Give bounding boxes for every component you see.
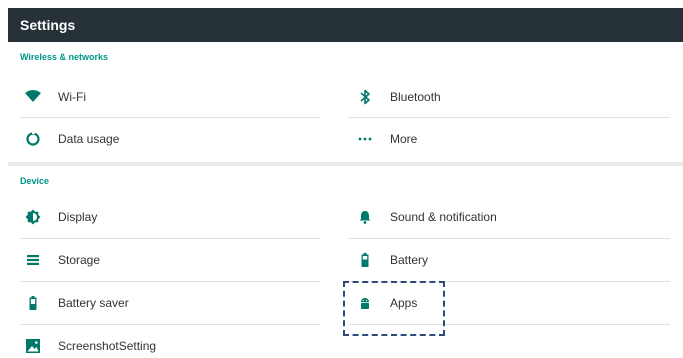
- setting-display-label: Display: [58, 210, 98, 224]
- battery-saver-icon: [29, 296, 37, 310]
- apps-highlight-box: [343, 281, 445, 336]
- brightness-icon: [25, 209, 41, 225]
- more-dots-icon: [358, 137, 372, 141]
- battery-icon: [361, 253, 369, 267]
- setting-screenshot-label: ScreenshotSetting: [58, 339, 157, 353]
- bell-icon: [359, 211, 371, 224]
- wifi-icon: [25, 90, 41, 102]
- setting-battery-label: Battery: [390, 253, 429, 267]
- section-title-wireless: Wireless & networks: [20, 52, 108, 62]
- setting-wifi[interactable]: Wi-Fi: [20, 76, 330, 118]
- page-title: Settings: [20, 17, 76, 33]
- setting-display[interactable]: Display: [20, 196, 330, 238]
- setting-bluetooth-label: Bluetooth: [390, 90, 441, 104]
- setting-more-label: More: [390, 132, 418, 146]
- setting-battery-saver[interactable]: Battery saver: [20, 282, 330, 324]
- setting-bluetooth[interactable]: Bluetooth: [352, 76, 672, 118]
- section-title-device: Device: [20, 176, 50, 186]
- setting-data-usage[interactable]: Data usage: [20, 118, 330, 160]
- setting-storage[interactable]: Storage: [20, 239, 330, 281]
- wireless-networks-card: Wireless & networks Wi-Fi Bluetooth Data…: [8, 42, 683, 162]
- bluetooth-icon: [360, 89, 370, 105]
- setting-storage-label: Storage: [58, 253, 101, 267]
- setting-sound-notification-label: Sound & notification: [390, 210, 497, 224]
- setting-more[interactable]: More: [352, 118, 672, 160]
- setting-sound-notification[interactable]: Sound & notification: [352, 196, 672, 238]
- data-usage-icon: [26, 131, 40, 146]
- screenshot-icon: [26, 339, 40, 353]
- setting-battery[interactable]: Battery: [352, 239, 672, 281]
- setting-wifi-label: Wi-Fi: [58, 90, 86, 104]
- storage-icon: [27, 255, 39, 265]
- setting-battery-saver-label: Battery saver: [58, 296, 129, 310]
- setting-data-usage-label: Data usage: [58, 132, 120, 146]
- settings-screen: Settings Wireless & networks Wi-Fi Bluet…: [8, 8, 683, 358]
- app-bar: Settings: [8, 8, 683, 42]
- setting-screenshot[interactable]: ScreenshotSetting: [20, 325, 330, 358]
